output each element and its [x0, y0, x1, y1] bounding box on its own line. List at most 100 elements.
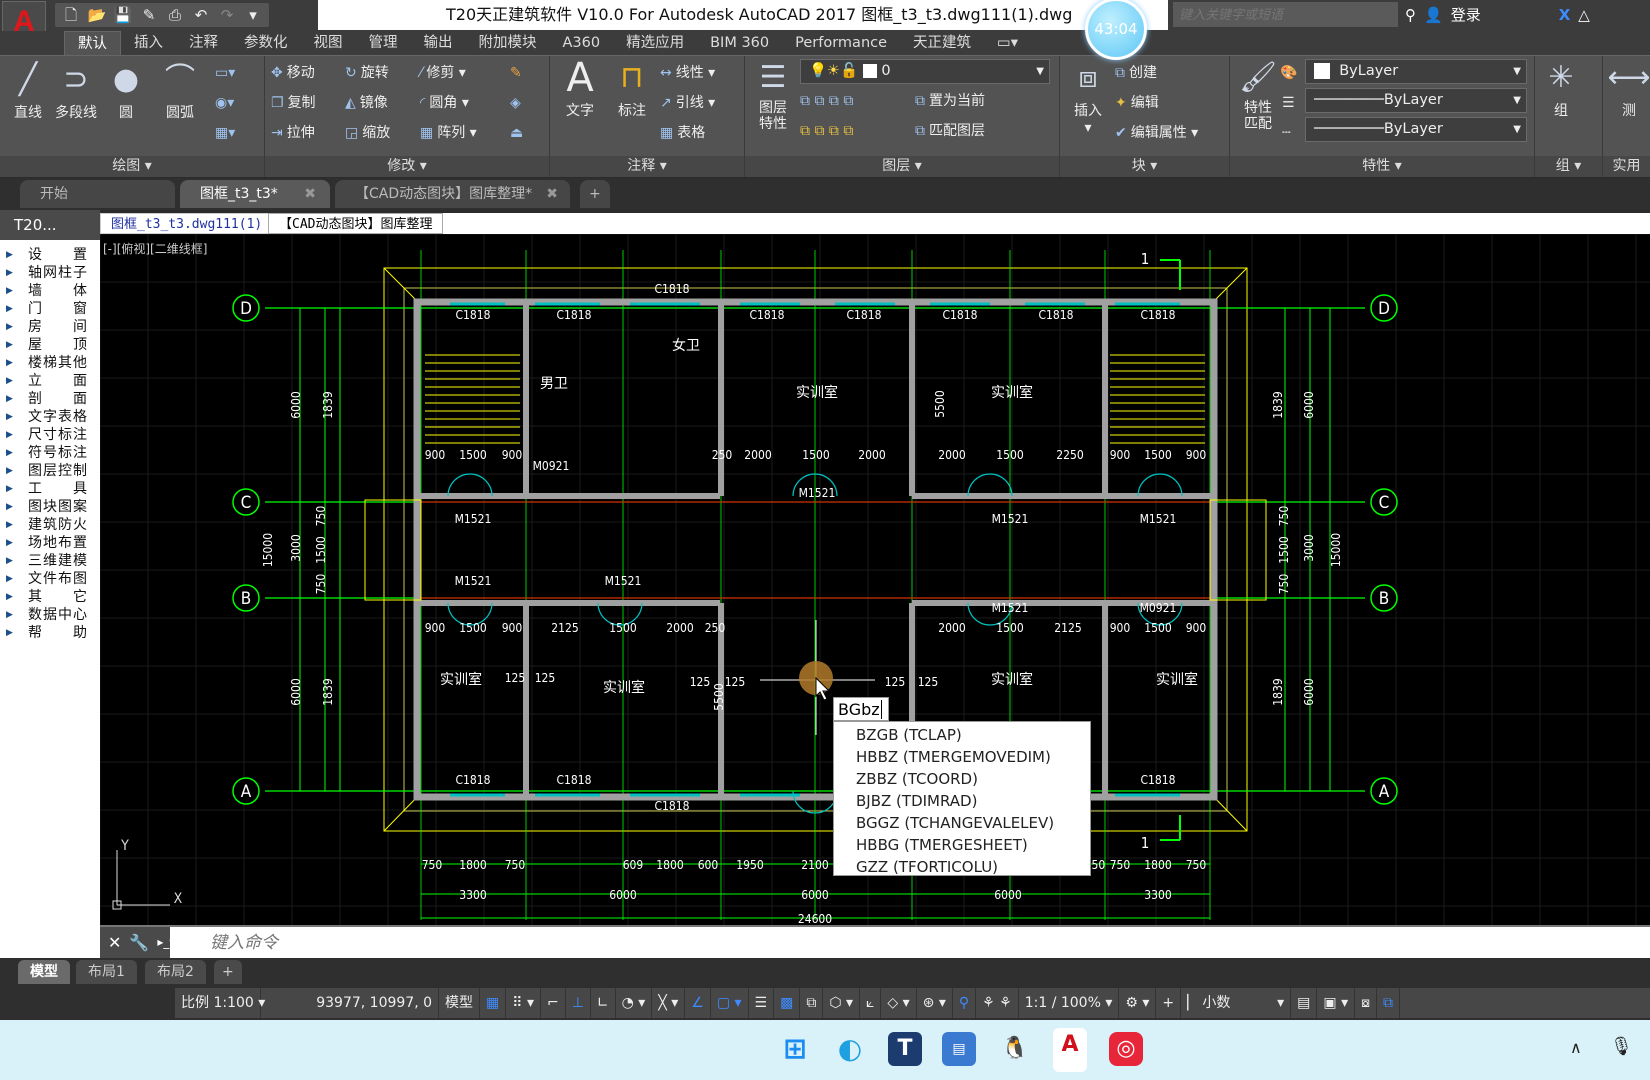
close-icon[interactable]: ✖	[304, 180, 316, 208]
scale-button[interactable]: ◲ 缩放	[345, 120, 390, 146]
units-select[interactable]: ▏ 小数 ▾	[1181, 988, 1292, 1018]
autocomplete-item[interactable]: ZBBZ (TCOORD)	[834, 768, 1090, 790]
sidebar-item[interactable]: ▶ 符号标注	[0, 444, 100, 462]
doc-tab-drawing[interactable]: 图框_t3_t3* ✖	[180, 180, 330, 208]
insert-button[interactable]: ⧈ 插入 ▾	[1062, 56, 1114, 136]
autocomplete-item[interactable]: GZZ (TFORTICOLU)	[834, 856, 1090, 878]
infer-icon[interactable]: ⌐	[541, 988, 566, 1018]
explode-icon[interactable]: ◈	[510, 90, 525, 116]
selection-cycling-icon[interactable]: ⧉	[800, 988, 824, 1018]
leader-button[interactable]: ↗ 引线 ▾	[660, 90, 715, 116]
snap-icon[interactable]: ⠿ ▾	[506, 988, 541, 1018]
exchange-icon[interactable]: X	[1559, 0, 1571, 30]
sidebar-item[interactable]: ▶ 数据中心	[0, 606, 100, 624]
panel-label[interactable]: 绘图 ▾	[0, 156, 264, 177]
search-input[interactable]	[1173, 2, 1398, 27]
auto-scale-icon[interactable]: ⚘ ⚘	[976, 988, 1019, 1018]
open-icon[interactable]: 📂	[87, 6, 107, 24]
gizmo-icon[interactable]: ◇ ▾	[881, 988, 917, 1018]
qq-icon[interactable]: 🐧	[998, 1032, 1032, 1066]
tab-performance[interactable]: Performance	[782, 31, 900, 55]
trim-button[interactable]: ⁄ 修剪 ▾	[420, 60, 466, 86]
tab-view[interactable]: 视图	[301, 31, 356, 55]
autocomplete-item[interactable]: BZGB (TCLAP)	[834, 724, 1090, 746]
autocad-icon[interactable]: A	[1053, 1028, 1087, 1072]
edit-attributes-button[interactable]: ✔ 编辑属性 ▾	[1115, 120, 1198, 146]
linear-button[interactable]: ↔ 线性 ▾	[660, 60, 715, 86]
tangent-icon[interactable]: T	[888, 1032, 922, 1066]
linetype-select[interactable]: ────────ByLayer ▼	[1305, 88, 1527, 113]
dynamic-input-icon[interactable]: ⊥	[566, 988, 591, 1018]
scale-select[interactable]: 比例 1:100 ▾	[175, 988, 265, 1018]
tab-default[interactable]: 默认	[64, 31, 121, 55]
autocomplete-item[interactable]: HBBZ (TMERGEMOVEDIM)	[834, 746, 1090, 768]
edit-block-button[interactable]: ✦ 编辑	[1115, 90, 1159, 116]
sidebar-item[interactable]: ▶ 场地布置	[0, 534, 100, 552]
polar-icon[interactable]: ◔ ▾	[616, 988, 653, 1018]
create-block-button[interactable]: ⧉ 创建	[1115, 60, 1157, 86]
fillet-button[interactable]: ◜ 圆角 ▾	[420, 90, 469, 116]
tab-layout2[interactable]: 布局2	[145, 960, 206, 984]
model-space-button[interactable]: 模型	[439, 988, 480, 1018]
filter-icon[interactable]: ⊛ ▾	[917, 988, 953, 1018]
autocomplete-item[interactable]: BJBZ (TDIMRAD)	[834, 790, 1090, 812]
tarch-icon[interactable]: ▤	[942, 1032, 976, 1066]
panel-label[interactable]: 图层 ▾	[745, 156, 1059, 177]
tab-output[interactable]: 输出	[411, 31, 466, 55]
sidebar-item[interactable]: ▶ 工具	[0, 480, 100, 498]
viewport-controls[interactable]: [-][俯视][二维线框]	[103, 240, 207, 257]
doc-tab-library[interactable]: 【CAD动态图块】图库整理* ✖	[335, 180, 570, 208]
copy-button[interactable]: ❐ 复制	[271, 90, 316, 116]
grid-icon[interactable]: ▦	[480, 988, 507, 1018]
match-properties-button[interactable]: 🖌 特性 匹配	[1232, 56, 1284, 132]
sidebar-item[interactable]: ▶ 墙体	[0, 282, 100, 300]
lineweight-icon[interactable]: ☰	[749, 988, 775, 1018]
login-area[interactable]: ⚲ 👤 登录 X △	[1405, 0, 1590, 30]
tab-model[interactable]: 模型	[18, 960, 70, 984]
color-select[interactable]: ByLayer ▼	[1305, 59, 1527, 84]
customize-icon[interactable]: ▾	[243, 6, 263, 24]
drawing-tab-1[interactable]: 图框_t3_t3.dwg111(1)	[100, 213, 274, 234]
boundary-icon[interactable]: ▦▾	[215, 120, 239, 146]
transparency-icon[interactable]: ▩	[774, 988, 801, 1018]
sidebar-item[interactable]: ▶ 图块图案	[0, 498, 100, 516]
sidebar-item[interactable]: ▶ 轴网柱子	[0, 264, 100, 282]
panel-label[interactable]: 组 ▾	[1535, 156, 1602, 177]
redo-icon[interactable]: ↷	[217, 6, 237, 24]
arc-button[interactable]: ⌒ 圆弧	[154, 58, 206, 122]
panel-label[interactable]: 块 ▾	[1060, 156, 1229, 177]
dimension-button[interactable]: ⊓ 标注	[606, 56, 658, 120]
wrench-icon[interactable]: 🔧	[129, 927, 149, 958]
quick-properties-icon[interactable]: ▤	[1291, 988, 1318, 1018]
close-icon[interactable]: ✖	[546, 180, 558, 208]
set-current-button[interactable]: ⧉ 置为当前	[915, 88, 985, 114]
doc-tab-start[interactable]: 开始	[20, 180, 175, 208]
layer-properties-button[interactable]: ☰ 图层 特性	[747, 56, 799, 132]
sidebar-item[interactable]: ▶ 设置	[0, 246, 100, 264]
circle-button[interactable]: ● 圆	[100, 58, 152, 122]
ortho-icon[interactable]: ∟	[591, 988, 616, 1018]
netease-music-icon[interactable]: ◎	[1109, 1032, 1143, 1066]
sidebar-item[interactable]: ▶ 房间	[0, 318, 100, 336]
rotate-button[interactable]: ↻ 旋转	[345, 60, 389, 86]
text-button[interactable]: A 文字	[554, 56, 606, 120]
tab-a360[interactable]: A360	[550, 31, 614, 55]
group-button[interactable]: ✳ 组	[1535, 56, 1587, 120]
command-prompt-icon[interactable]: ▸_▾	[157, 927, 175, 958]
stretch-button[interactable]: ⇥ 拉伸	[271, 120, 315, 146]
stamp-icon[interactable]: ⏏	[510, 120, 527, 146]
layer-tools-icons-2[interactable]: ⧉ ⧉ ⧉ ⧉	[800, 118, 853, 144]
isodraft-icon[interactable]: ╳ ▾	[652, 988, 686, 1018]
sidebar-item[interactable]: ▶ 三维建模	[0, 552, 100, 570]
lineweight-select[interactable]: ────────ByLayer ▼	[1305, 117, 1527, 142]
tab-insert[interactable]: 插入	[121, 31, 176, 55]
layer-tools-icons[interactable]: ⧉ ⧉ ⧉ ⧉	[800, 88, 853, 114]
annotation-scale-select[interactable]: 1:1 / 100% ▾	[1019, 988, 1120, 1018]
sidebar-item[interactable]: ▶ 门窗	[0, 300, 100, 318]
measure-button[interactable]: ⟷ 测	[1603, 56, 1650, 120]
annotation-visibility-icon[interactable]: ⚲	[953, 988, 977, 1018]
sidebar-item[interactable]: ▶ 楼梯其他	[0, 354, 100, 372]
dynamic-input[interactable]: BGbz	[833, 697, 889, 721]
show-hidden-icons[interactable]: ∧	[1570, 1038, 1582, 1057]
rectangle-icon[interactable]: ▭▾	[215, 60, 239, 86]
